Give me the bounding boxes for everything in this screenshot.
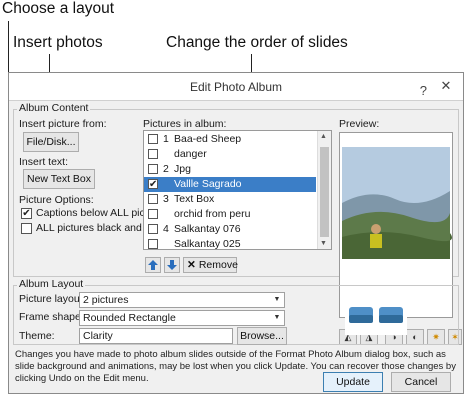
callout-change-order: Change the order of slides [166, 34, 348, 51]
album-layout-label: Album Layout [17, 278, 86, 290]
picture-layout-value: 2 pictures [83, 294, 129, 306]
black-white-checkbox[interactable] [21, 223, 32, 234]
picture-list-item[interactable]: 1 Baa-ed Sheep [144, 132, 316, 147]
picture-checkbox[interactable] [148, 194, 158, 204]
theme-value: Clarity [83, 330, 113, 342]
move-down-button[interactable] [164, 257, 180, 273]
picture-name: Baa-ed Sheep [174, 133, 242, 145]
insert-picture-from-label: Insert picture from: [19, 118, 107, 130]
close-icon[interactable]: ✕ [437, 78, 455, 94]
picture-layout-label: Picture layout: [19, 293, 86, 305]
picture-list-item[interactable]: Salkantay 025 [144, 237, 316, 250]
cancel-button[interactable]: Cancel [391, 372, 451, 392]
remove-x-icon: ✕ [187, 259, 196, 271]
album-content-label: Album Content [17, 102, 91, 114]
file-disk-button[interactable]: File/Disk... [23, 132, 79, 152]
scroll-up-icon[interactable]: ▲ [320, 133, 327, 140]
preview-label: Preview: [339, 118, 380, 130]
picture-checkbox[interactable] [148, 134, 158, 144]
scroll-down-icon[interactable]: ▼ [320, 240, 327, 247]
picture-list-item[interactable]: danger [144, 147, 316, 162]
picture-checkbox[interactable] [148, 149, 158, 159]
picture-slide-number: 1 [163, 133, 169, 145]
picture-list-item[interactable]: 3 Text Box [144, 192, 316, 207]
scrollbar-thumb[interactable] [320, 147, 329, 237]
callout-choose-layout: Choose a layout [2, 0, 115, 17]
theme-label: Theme: [19, 330, 55, 342]
move-up-button[interactable] [145, 257, 161, 273]
remove-button-label: Remove [198, 259, 238, 271]
pictures-listbox[interactable]: 5Salkantay 169Salkantay 0254Salkantay 07… [143, 130, 332, 250]
chevron-down-icon: ▼ [273, 314, 281, 321]
arrow-down-icon [167, 260, 177, 270]
layout-preview-image [349, 307, 403, 323]
picture-layout-select[interactable]: 2 pictures ▼ [79, 292, 285, 308]
frame-shape-label: Frame shape: [19, 311, 84, 323]
update-button[interactable]: Update [323, 372, 383, 392]
picture-name: Salkantay 025 [174, 238, 241, 250]
picture-name: Jpg [174, 163, 191, 175]
picture-checkbox[interactable] [148, 209, 158, 219]
pictures-in-album-label: Pictures in album: [143, 118, 227, 130]
help-icon[interactable]: ? [420, 77, 427, 105]
remove-button[interactable]: ✕ Remove [183, 257, 238, 273]
picture-name: danger [174, 148, 207, 160]
layout-preview [345, 295, 407, 335]
frame-shape-value: Rounded Rectangle [83, 312, 176, 324]
insert-text-label: Insert text: [19, 156, 69, 168]
pictures-scrollbar[interactable]: ▲ ▼ [317, 131, 331, 249]
picture-options-label: Picture Options: [19, 194, 94, 206]
chevron-down-icon: ▼ [273, 296, 281, 303]
picture-name: Vallle Sagrado [174, 178, 242, 190]
picture-list-item[interactable]: orchid from peru [144, 207, 316, 222]
dialog-titlebar: Edit Photo Album ? ✕ [9, 73, 463, 101]
picture-list-item[interactable]: ✔ Vallle Sagrado [144, 177, 316, 192]
picture-checkbox[interactable] [148, 164, 158, 174]
picture-name: Salkantay 076 [174, 223, 241, 235]
arrow-up-icon [148, 260, 158, 270]
browse-button[interactable]: Browse... [237, 327, 287, 345]
frame-shape-select[interactable]: Rounded Rectangle ▼ [79, 310, 285, 326]
callout-insert-photos: Insert photos [13, 34, 103, 51]
picture-slide-number: 3 [163, 193, 169, 205]
picture-list-item[interactable]: 4 Salkantay 076 [144, 222, 316, 237]
picture-list-item[interactable]: 2 Jpg [144, 162, 316, 177]
edit-photo-album-dialog: Edit Photo Album ? ✕ Album Content Inser… [8, 72, 464, 394]
picture-checkbox[interactable] [148, 239, 158, 249]
picture-slide-number: 2 [163, 163, 169, 175]
picture-checkbox[interactable]: ✔ [148, 179, 158, 190]
picture-slide-number: 4 [163, 223, 169, 235]
captions-checkbox[interactable]: ✔ [21, 208, 32, 219]
new-text-box-button[interactable]: New Text Box [23, 169, 95, 189]
picture-name: orchid from peru [174, 208, 251, 220]
picture-checkbox[interactable] [148, 224, 158, 234]
picture-name: Text Box [174, 193, 215, 205]
theme-input[interactable]: Clarity [79, 328, 233, 344]
dialog-title: Edit Photo Album [189, 80, 283, 94]
